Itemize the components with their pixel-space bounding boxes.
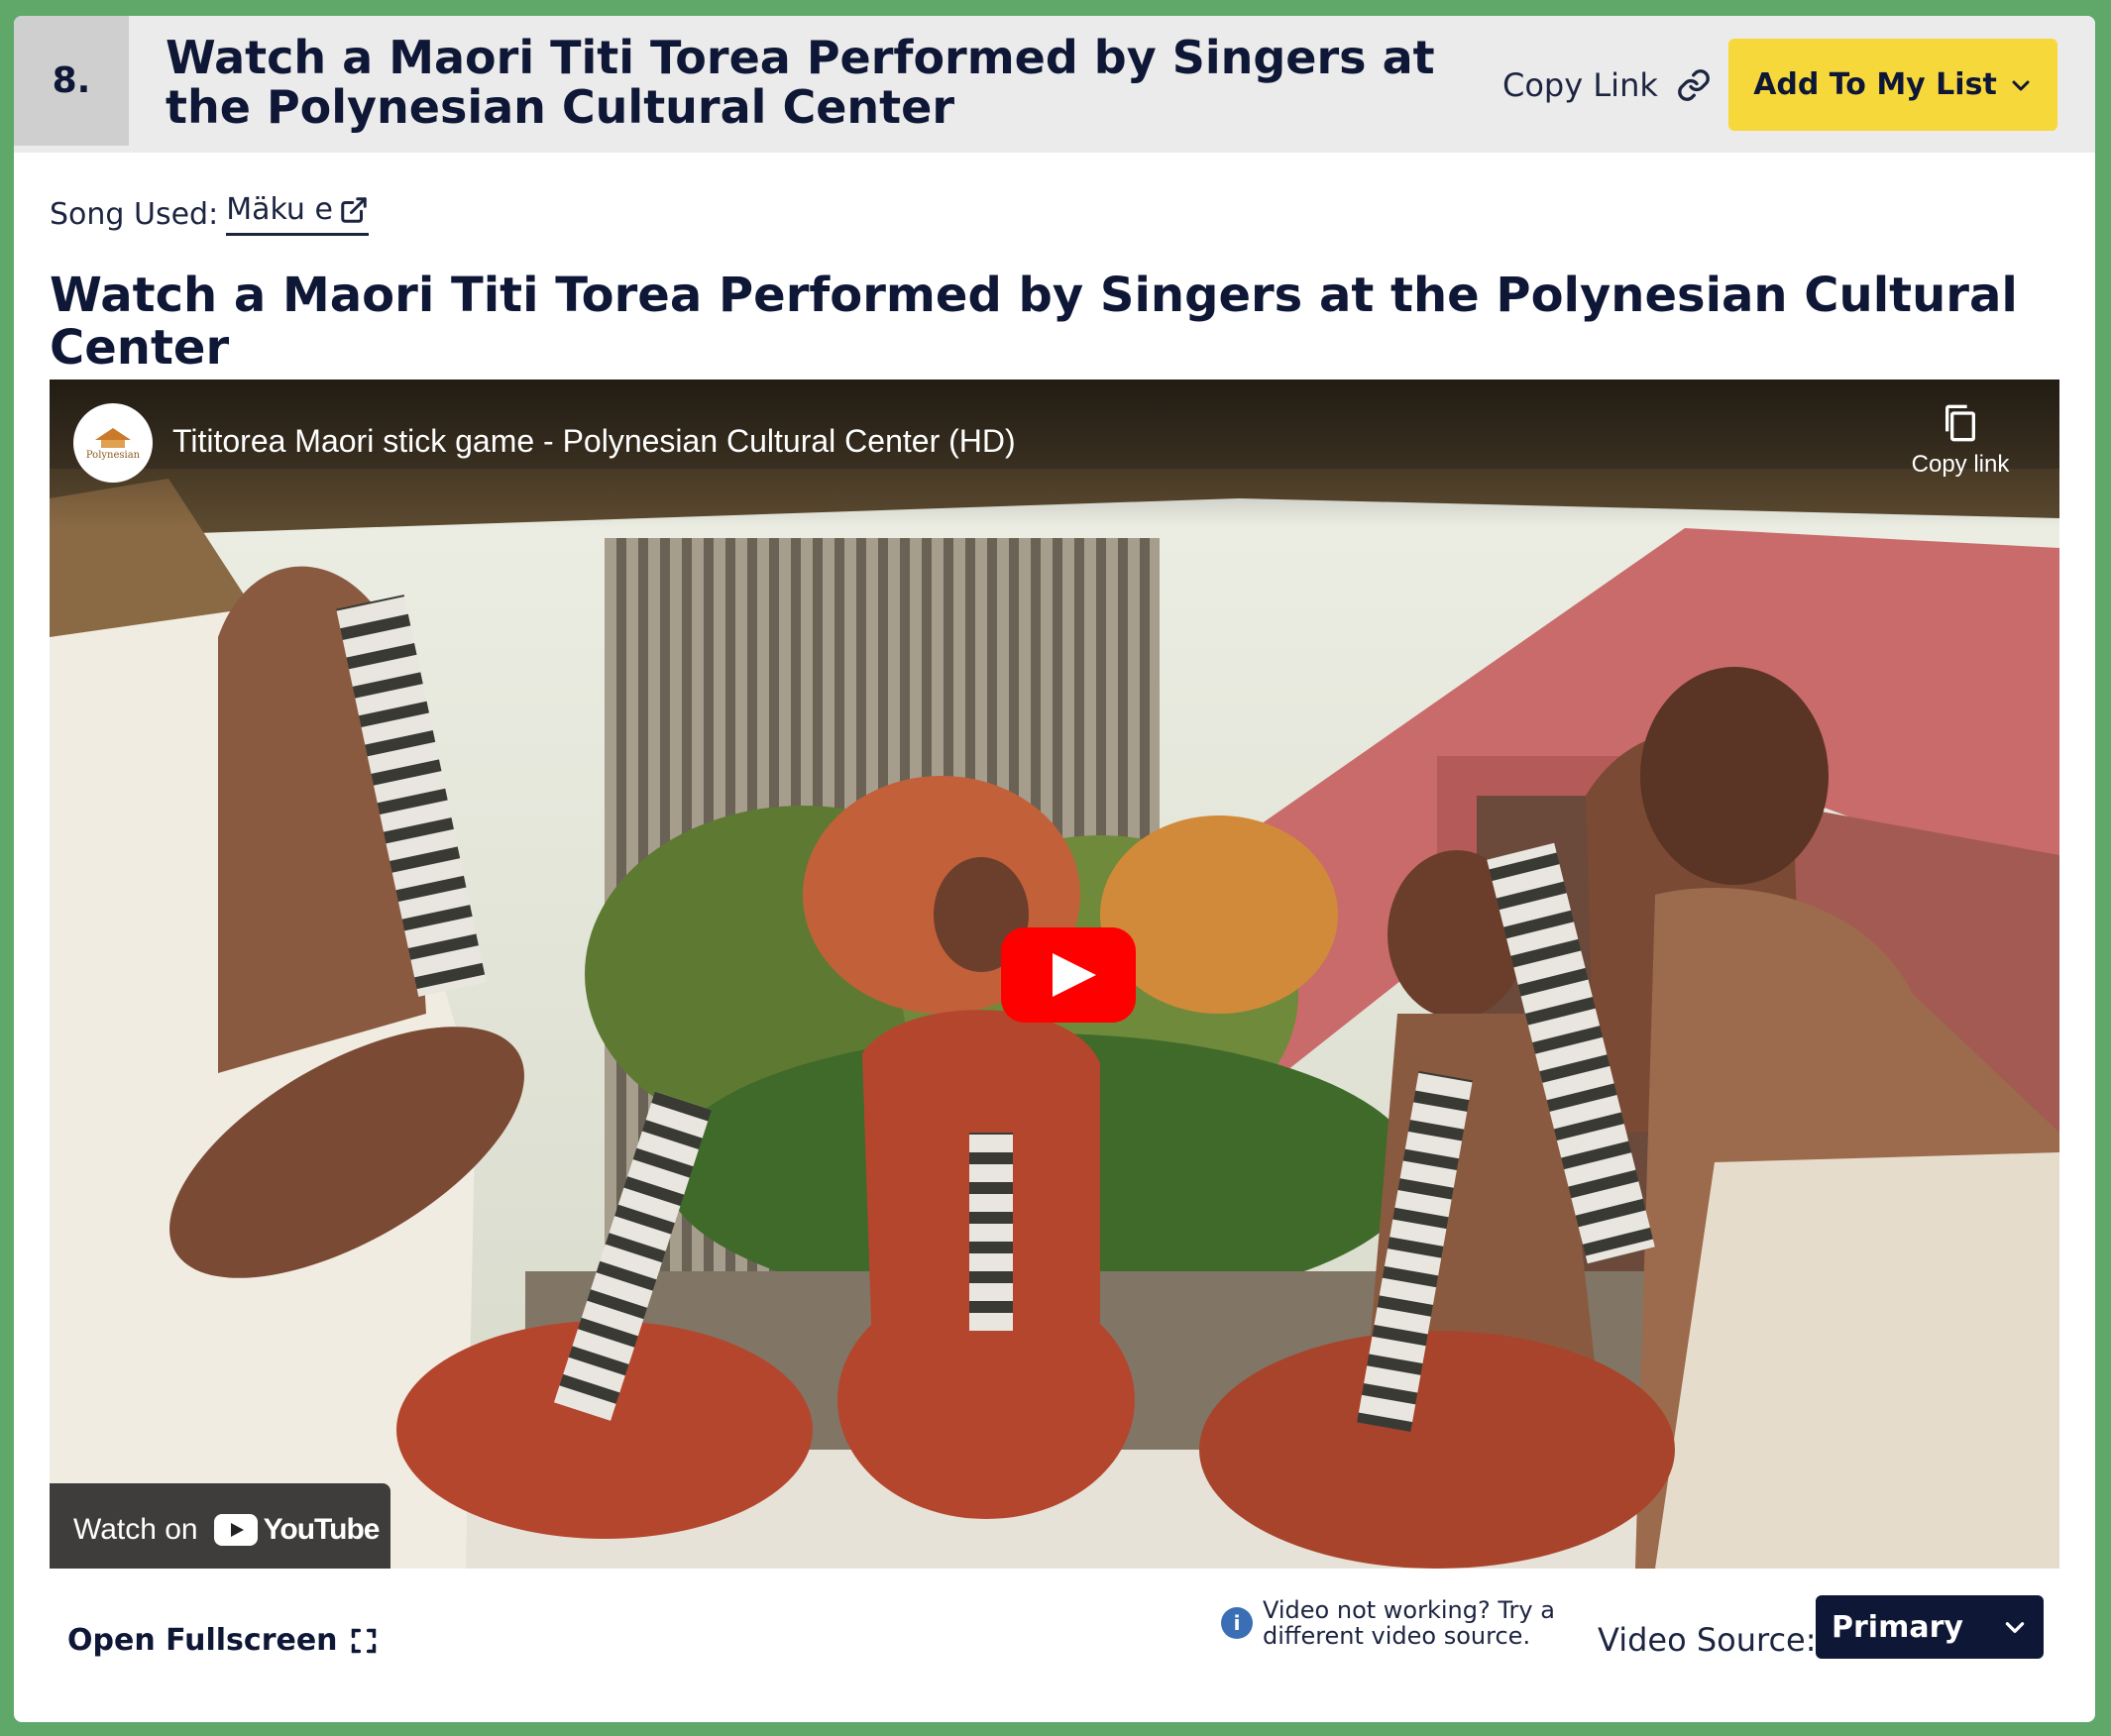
copy-link-button[interactable]: Copy Link xyxy=(1502,65,1712,105)
song-used: Song Used: Mäku e xyxy=(50,192,369,236)
watch-on-label: Watch on xyxy=(73,1513,198,1546)
chevron-down-icon xyxy=(2012,80,2030,90)
link-icon xyxy=(1677,69,1710,101)
fullscreen-icon xyxy=(351,1628,376,1653)
channel-logo-text: Polynesian xyxy=(85,449,141,461)
song-used-label: Song Used: xyxy=(50,196,219,232)
video-help-text: Video not working? Try a different video… xyxy=(1263,1596,1555,1650)
copy-link-label: Copy Link xyxy=(1502,66,1658,104)
open-fullscreen-button[interactable]: Open Fullscreen xyxy=(67,1623,378,1658)
song-link[interactable]: Mäku e xyxy=(226,192,369,236)
item-header: 8. Watch a Maori Titi Torea Performed by… xyxy=(14,16,2095,153)
item-number: 8. xyxy=(14,16,129,146)
youtube-logo: YouTube xyxy=(213,1513,381,1547)
list-item-card: 8. Watch a Maori Titi Torea Performed by… xyxy=(14,16,2095,1722)
youtube-play-icon xyxy=(213,1514,258,1546)
add-to-list-label: Add To My List xyxy=(1753,67,1997,102)
info-icon: i xyxy=(1221,1607,1253,1639)
video-source-select[interactable]: Primary xyxy=(1816,1595,2044,1659)
open-fullscreen-label: Open Fullscreen xyxy=(67,1623,338,1658)
pavilion-icon xyxy=(95,427,131,448)
play-button[interactable] xyxy=(1001,927,1136,1023)
item-header-title: Watch a Maori Titi Torea Performed by Si… xyxy=(166,31,1435,134)
copy-icon xyxy=(1945,404,1975,442)
youtube-wordmark: YouTube xyxy=(263,1513,381,1546)
video-title[interactable]: Tititorea Maori stick game - Polynesian … xyxy=(172,423,1016,460)
watch-on-youtube-button[interactable]: Watch on YouTube xyxy=(50,1483,390,1569)
page-title: Watch a Maori Titi Torea Performed by Si… xyxy=(50,268,2018,376)
song-title: Mäku e xyxy=(226,192,333,227)
external-link-icon xyxy=(341,196,367,223)
video-player[interactable]: Polynesian Tititorea Maori stick game - … xyxy=(50,380,2059,1569)
channel-logo[interactable]: Polynesian xyxy=(73,403,153,483)
video-source-label: Video Source: xyxy=(1598,1621,1817,1659)
video-copy-link-label: Copy link xyxy=(1911,451,2010,478)
video-help-note: i Video not working? Try a different vid… xyxy=(1221,1597,1598,1649)
chevron-down-icon xyxy=(2005,1622,2025,1633)
video-copy-link-button[interactable]: Copy link xyxy=(1901,401,2020,479)
video-source-value: Primary xyxy=(1832,1609,1963,1645)
add-to-list-button[interactable]: Add To My List xyxy=(1728,39,2057,131)
